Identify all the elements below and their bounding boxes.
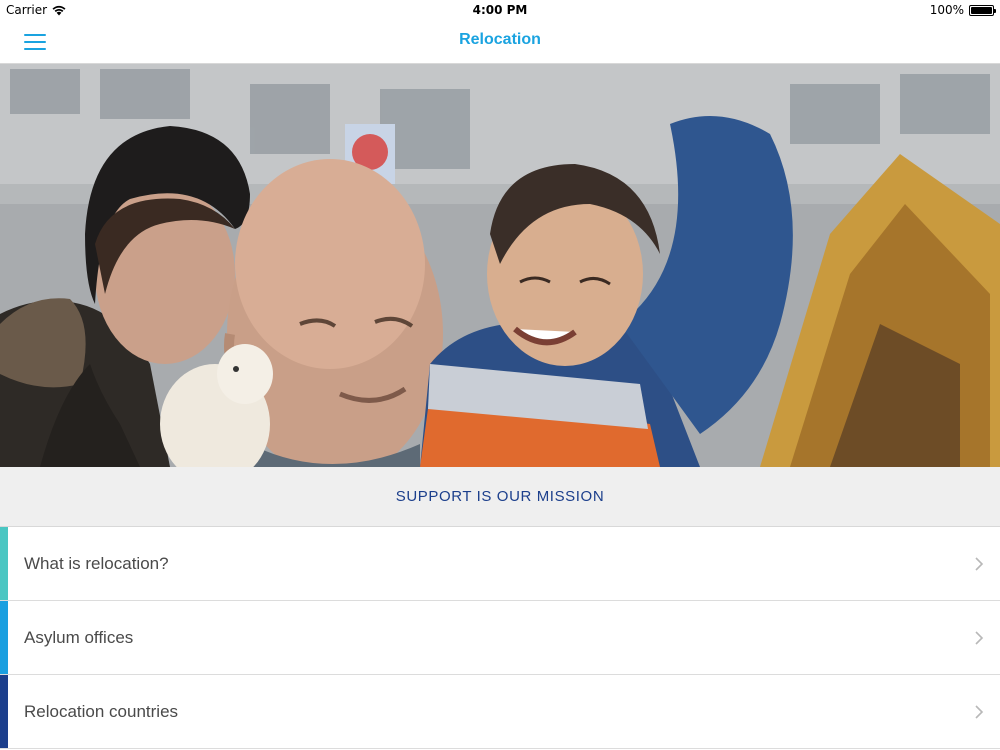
hero-photo	[0, 64, 1000, 467]
menu-item-label: Relocation countries	[24, 702, 179, 721]
menu-item-label: What is relocation?	[24, 554, 169, 573]
status-time: 4:00 PM	[472, 3, 528, 17]
battery-icon	[969, 4, 996, 16]
accent-bar	[0, 601, 8, 674]
menu-list: What is relocation? Asylum offices Reloc…	[0, 527, 1000, 749]
hero-image	[0, 64, 1000, 467]
battery-fill	[971, 6, 992, 14]
status-bar: Carrier 4:00 PM 100%	[0, 0, 1000, 20]
chevron-right-icon	[975, 705, 984, 719]
chevron-right-icon	[975, 631, 984, 645]
accent-bar	[0, 527, 8, 600]
page-title: Relocation	[459, 31, 541, 48]
status-right: 100%	[929, 3, 996, 17]
mission-text: SUPPORT IS OUR MISSION	[395, 488, 605, 505]
mission-banner: SUPPORT IS OUR MISSION	[0, 467, 1000, 527]
menu-item-what-is-relocation[interactable]: What is relocation?	[0, 527, 1000, 601]
battery-percent: 100%	[929, 3, 964, 17]
menu-item-relocation-countries[interactable]: Relocation countries	[0, 675, 1000, 749]
menu-item-asylum-offices[interactable]: Asylum offices	[0, 601, 1000, 675]
chevron-right-icon	[975, 557, 984, 571]
navigation-bar: Relocation	[0, 20, 1000, 64]
menu-item-label: Asylum offices	[24, 628, 134, 647]
accent-bar	[0, 675, 8, 748]
